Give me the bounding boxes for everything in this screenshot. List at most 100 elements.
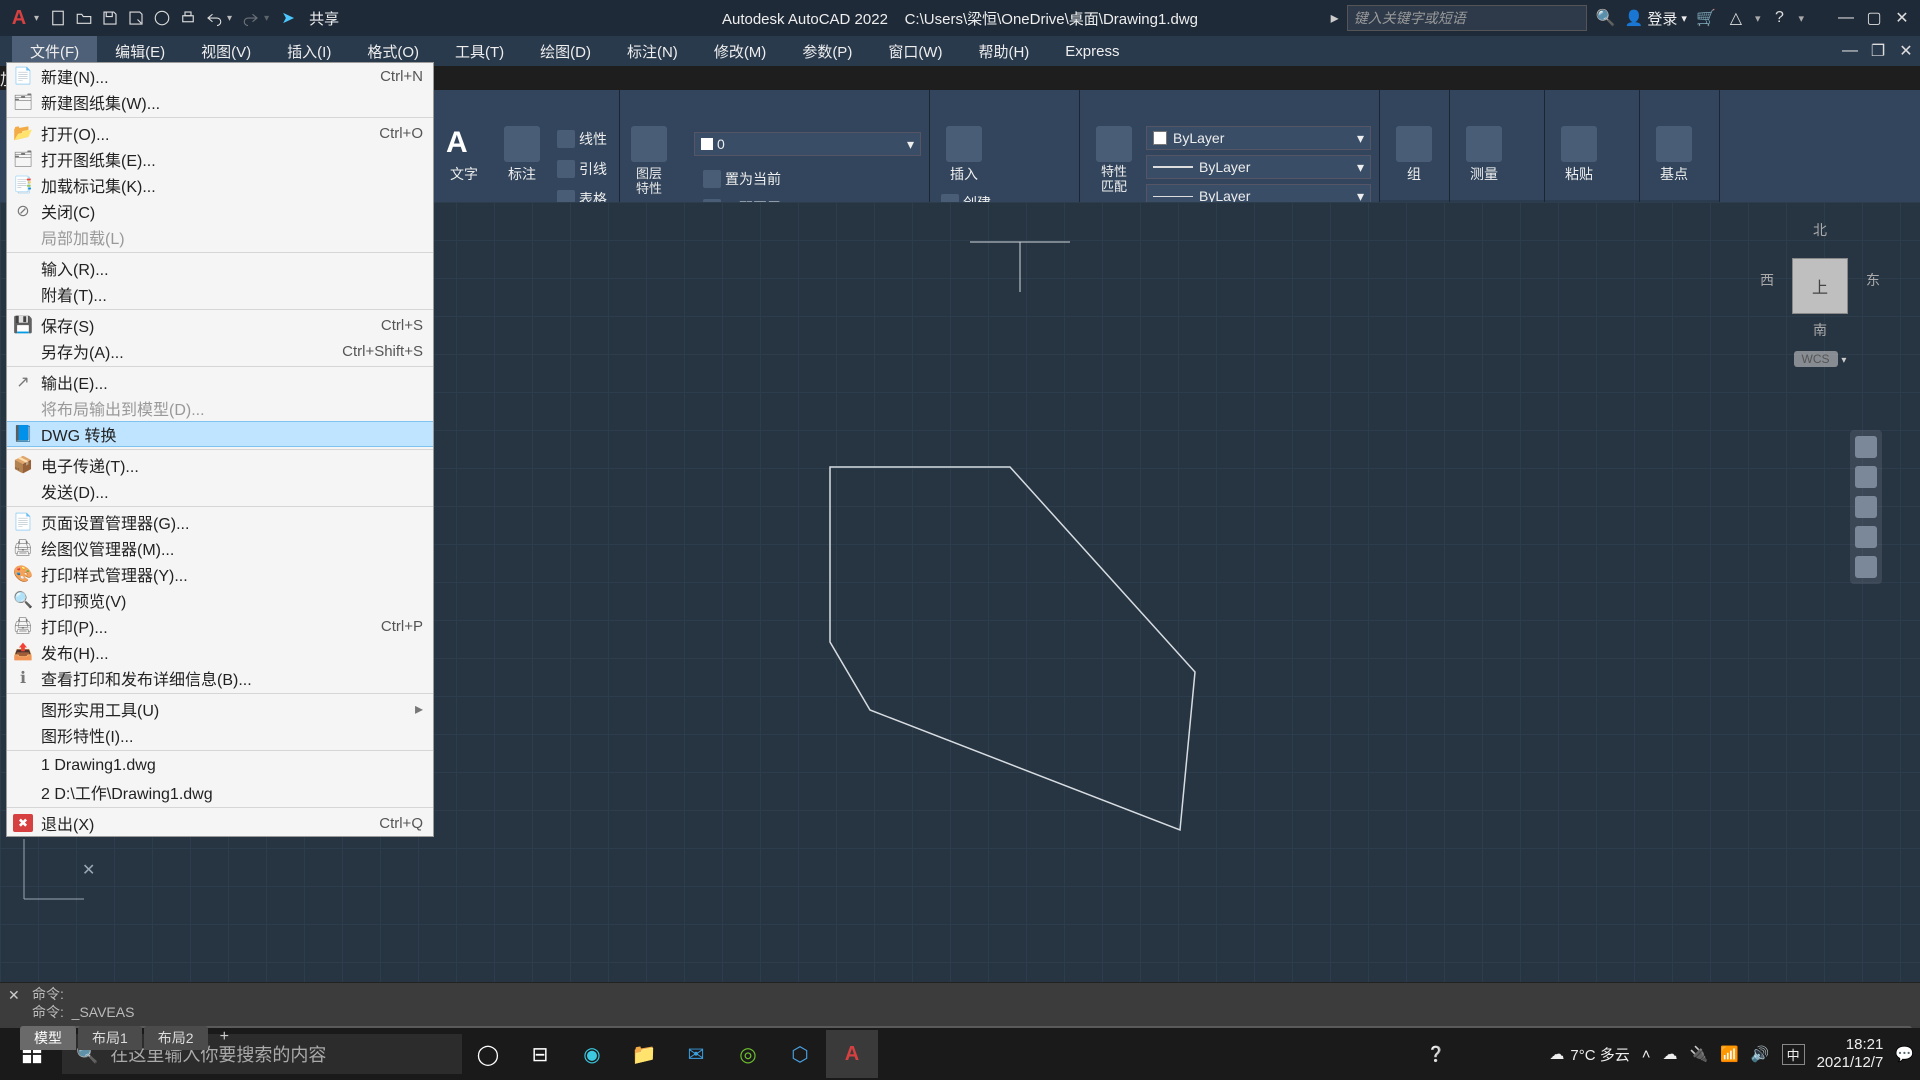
cortana-icon[interactable]: ⊟ xyxy=(514,1030,566,1078)
text-button[interactable]: A文字 xyxy=(438,126,490,184)
tray-onedrive-icon[interactable]: ☁ xyxy=(1663,1045,1678,1063)
chevron-down-icon[interactable]: ▾ xyxy=(1841,355,1846,366)
cmd-close-icon[interactable]: ✕ xyxy=(8,987,20,1004)
file-menu-item[interactable]: ✖退出(X)Ctrl+Q xyxy=(7,810,433,836)
lineweight-combo[interactable]: ByLayer▾ xyxy=(1146,155,1371,179)
leader-button[interactable]: 引线 xyxy=(554,156,610,182)
qat-saveas-icon[interactable] xyxy=(123,5,149,31)
help-bubble-icon[interactable]: ❔ xyxy=(1427,1045,1446,1063)
file-menu-item[interactable]: 📘DWG 转换 xyxy=(7,421,433,447)
insert-block-button[interactable]: 插入 xyxy=(938,126,990,184)
file-menu-item[interactable]: 发送(D)... xyxy=(7,478,433,504)
menu-parametric[interactable]: 参数(P) xyxy=(784,36,870,66)
set-current-layer-button[interactable]: 置为当前 xyxy=(700,166,784,192)
qat-plot-icon[interactable] xyxy=(175,5,201,31)
file-menu-item[interactable]: 另存为(A)...Ctrl+Shift+S xyxy=(7,338,433,364)
help-icon[interactable]: ? xyxy=(1768,7,1790,29)
file-menu-item[interactable]: 附着(T)... xyxy=(7,281,433,307)
nav-showmotion-icon[interactable] xyxy=(1855,556,1877,578)
file-menu-item[interactable]: 🎨打印样式管理器(Y)... xyxy=(7,561,433,587)
tray-ime-icon[interactable]: 中 xyxy=(1782,1044,1805,1065)
qat-new-icon[interactable] xyxy=(45,5,71,31)
autocad-logo-icon[interactable]: A xyxy=(8,7,30,29)
menu-dimension[interactable]: 标注(N) xyxy=(609,36,696,66)
file-menu-item[interactable]: 🖨绘图仪管理器(M)... xyxy=(7,535,433,561)
window-close-button[interactable]: ✕ xyxy=(1888,7,1916,29)
tab-add-button[interactable]: + xyxy=(210,1026,239,1050)
match-props-button[interactable]: 特性 匹配 xyxy=(1088,126,1140,194)
tab-layout1[interactable]: 布局1 xyxy=(78,1026,142,1050)
tray-power-icon[interactable]: 🔌 xyxy=(1690,1045,1709,1063)
file-menu-item[interactable]: 🗂打开图纸集(E)... xyxy=(7,146,433,172)
layer-props-button[interactable] xyxy=(628,126,670,162)
file-menu-item[interactable]: 📄页面设置管理器(G)... xyxy=(7,509,433,535)
notifications-icon[interactable]: 💬 xyxy=(1895,1045,1914,1063)
search-icon[interactable]: 🔍 xyxy=(1595,7,1617,29)
viewcube-west[interactable]: 西 xyxy=(1760,270,1774,290)
help-search-input[interactable]: 键入关键字或短语 xyxy=(1347,5,1587,31)
viewcube-east[interactable]: 东 xyxy=(1866,270,1880,290)
viewcube-top[interactable]: 上 xyxy=(1792,258,1848,314)
redo-dropdown-icon[interactable]: ▾ xyxy=(264,13,269,24)
qat-web-icon[interactable] xyxy=(149,5,175,31)
paste-button[interactable]: 粘贴 xyxy=(1553,126,1605,184)
menu-modify[interactable]: 修改(M) xyxy=(696,36,785,66)
file-menu-item[interactable]: ⊘关闭(C) xyxy=(7,198,433,224)
file-menu-item[interactable]: 💾保存(S)Ctrl+S xyxy=(7,312,433,338)
nav-zoom-icon[interactable] xyxy=(1855,496,1877,518)
menu-tools[interactable]: 工具(T) xyxy=(437,36,522,66)
dim-button[interactable]: 标注 xyxy=(496,126,548,184)
autodesk-app-icon[interactable]: △ xyxy=(1725,7,1747,29)
tab-model[interactable]: 模型 xyxy=(20,1026,76,1050)
file-menu-item[interactable]: 图形特性(I)... xyxy=(7,722,433,748)
qat-open-icon[interactable] xyxy=(71,5,97,31)
file-menu-item[interactable]: ℹ查看打印和发布详细信息(B)... xyxy=(7,665,433,691)
view-cube[interactable]: 北 西 上 东 南 WCS ▾ xyxy=(1760,220,1880,360)
measure-button[interactable]: 测量 xyxy=(1458,126,1510,184)
color-combo[interactable]: ByLayer▾ xyxy=(1146,126,1371,150)
doc-close-button[interactable]: ✕ xyxy=(1892,36,1920,66)
task-view-icon[interactable]: ◯ xyxy=(462,1030,514,1078)
file-menu-item[interactable]: 🗂新建图纸集(W)... xyxy=(7,89,433,115)
taskbar-clock[interactable]: 18:21 2021/12/7 xyxy=(1817,1036,1884,1072)
qat-undo-icon[interactable] xyxy=(201,5,227,31)
menu-draw[interactable]: 绘图(D) xyxy=(522,36,609,66)
file-menu-item[interactable]: 📑加载标记集(K)... xyxy=(7,172,433,198)
wcs-badge[interactable]: WCS xyxy=(1794,351,1838,367)
file-menu-item[interactable]: 📤发布(H)... xyxy=(7,639,433,665)
file-menu-item[interactable]: 📦电子传递(T)... xyxy=(7,452,433,478)
undo-dropdown-icon[interactable]: ▾ xyxy=(227,13,232,24)
chevron-down-icon[interactable]: ▾ xyxy=(1798,12,1804,25)
app-cloud-icon[interactable]: ⬡ xyxy=(774,1030,826,1078)
nav-orbit-icon[interactable] xyxy=(1855,526,1877,548)
edge-icon[interactable]: ◉ xyxy=(566,1030,618,1078)
file-menu-item[interactable]: 🖨打印(P)...Ctrl+P xyxy=(7,613,433,639)
menu-help[interactable]: 帮助(H) xyxy=(960,36,1047,66)
group-button[interactable]: 组 xyxy=(1388,126,1440,184)
qat-share-icon[interactable]: ➤ xyxy=(275,5,301,31)
file-menu-item[interactable]: 输入(R)... xyxy=(7,255,433,281)
tray-volume-icon[interactable]: 🔊 xyxy=(1751,1045,1770,1063)
file-menu-item[interactable]: ↗输出(E)... xyxy=(7,369,433,395)
mail-icon[interactable]: ✉ xyxy=(670,1030,722,1078)
tab-layout2[interactable]: 布局2 xyxy=(144,1026,208,1050)
weather-widget[interactable]: ☁ 7°C 多云 xyxy=(1549,1044,1629,1065)
menu-window[interactable]: 窗口(W) xyxy=(870,36,960,66)
chevron-down-icon[interactable]: ▾ xyxy=(1755,12,1761,25)
explorer-icon[interactable]: 📁 xyxy=(618,1030,670,1078)
share-label[interactable]: 共享 xyxy=(309,8,339,29)
menu-express[interactable]: Express xyxy=(1047,36,1137,66)
cart-icon[interactable]: 🛒 xyxy=(1695,7,1717,29)
doc-minimize-button[interactable]: — xyxy=(1836,36,1864,66)
app-menu-dropdown-icon[interactable]: ▾ xyxy=(34,13,39,24)
file-menu-item[interactable]: 📄新建(N)...Ctrl+N xyxy=(7,63,433,89)
tray-network-icon[interactable]: 📶 xyxy=(1720,1045,1739,1063)
play-icon[interactable]: ▸ xyxy=(1331,8,1339,28)
login-button[interactable]: 👤 登录 ▾ xyxy=(1625,8,1687,29)
window-maximize-button[interactable]: ▢ xyxy=(1860,7,1888,29)
layer-combo[interactable]: 0 ▾ xyxy=(694,132,921,156)
nav-pan-icon[interactable] xyxy=(1855,466,1877,488)
nav-wheel-icon[interactable] xyxy=(1855,436,1877,458)
viewcube-north[interactable]: 北 xyxy=(1760,220,1880,240)
viewcube-south[interactable]: 南 xyxy=(1760,320,1880,340)
